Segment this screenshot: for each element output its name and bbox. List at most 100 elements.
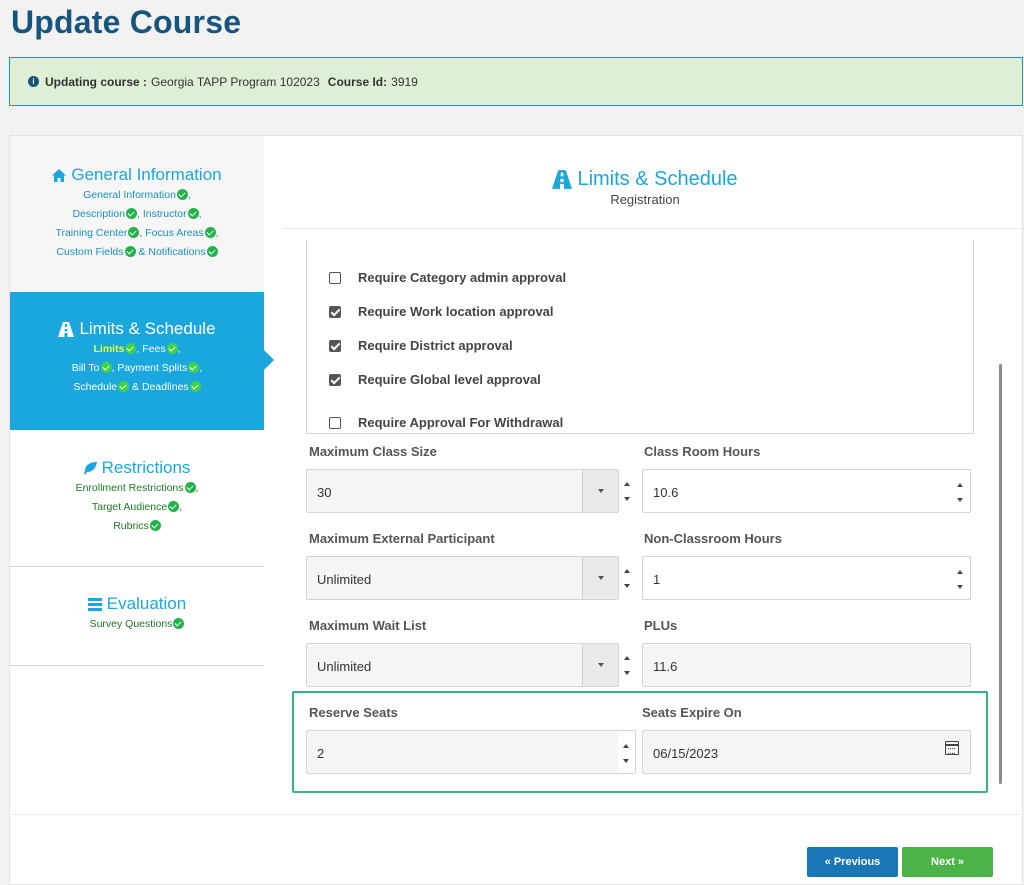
updating-course-label: Updating course :: [45, 74, 148, 89]
max-wait-list-select[interactable]: Unlimited: [306, 643, 619, 687]
panel-header: Limits & Schedule Registration: [285, 168, 1005, 207]
approval-label: Require Global level approval: [358, 372, 541, 387]
sub-description[interactable]: Description: [72, 208, 125, 220]
seats-expire-date-input[interactable]: 06/15/2023: [642, 730, 971, 774]
plus-input[interactable]: 11.6: [642, 643, 971, 687]
step-title-restrictions: Restrictions: [101, 458, 191, 477]
caret-up-icon[interactable]: [957, 483, 963, 487]
sub-deadlines[interactable]: & Deadlines: [132, 381, 189, 393]
calendar-icon[interactable]: [945, 741, 959, 755]
sub-survey-questions[interactable]: Survey Questions: [90, 618, 173, 630]
max-external-select[interactable]: Unlimited: [306, 556, 619, 600]
check-circle-icon: [166, 343, 178, 354]
sub-rubrics[interactable]: Rubrics: [113, 520, 149, 532]
check-circle-icon: [184, 482, 196, 493]
sub-schedule[interactable]: Schedule: [73, 381, 117, 393]
class-room-hours-input[interactable]: 10.6: [642, 469, 971, 513]
caret-down-icon[interactable]: [624, 497, 630, 501]
caret-down-icon[interactable]: [957, 498, 963, 502]
chevron-down-icon[interactable]: [582, 470, 618, 512]
sub-training-center[interactable]: Training Center: [55, 227, 127, 239]
check-circle-icon: [188, 362, 200, 373]
max-wait-list-stepper[interactable]: [619, 643, 635, 687]
reserve-seats-stepper[interactable]: [618, 730, 636, 774]
caret-down-icon[interactable]: [623, 759, 629, 763]
max-class-size-stepper[interactable]: [619, 469, 635, 513]
reserve-seats-value: 2: [317, 746, 325, 761]
approval-label: Require Approval For Withdrawal: [358, 415, 564, 430]
chevron-down-icon[interactable]: [582, 644, 618, 686]
check-circle-icon: [176, 189, 188, 200]
wizard-card: General Information General Information,…: [9, 135, 1024, 885]
plus-label: PLUs: [644, 618, 678, 633]
step-limits-schedule[interactable]: Limits & Schedule Limits, Fees, Bill To,…: [10, 292, 274, 430]
checkbox[interactable]: [329, 271, 341, 284]
chevron-down-icon[interactable]: [582, 557, 618, 599]
info-circle-icon: i: [28, 76, 39, 87]
step-general-information[interactable]: General Information General Information,…: [10, 136, 264, 293]
previous-button[interactable]: « Previous: [807, 847, 898, 877]
caret-up-icon[interactable]: [624, 656, 630, 660]
check-circle-icon: [189, 381, 201, 392]
checkbox[interactable]: [329, 339, 341, 352]
max-class-size-select[interactable]: 30: [306, 469, 619, 513]
approval-category-admin[interactable]: Require Category admin approval: [329, 270, 566, 285]
step-title-general: General Information: [71, 165, 222, 184]
sub-fees[interactable]: Fees: [142, 343, 165, 355]
scrollbar[interactable]: [999, 364, 1002, 784]
double-chevron-right-icon: »: [957, 856, 964, 868]
sub-notifications[interactable]: & Notifications: [138, 246, 205, 258]
caret-down-icon[interactable]: [957, 585, 963, 589]
sub-focus-areas[interactable]: Focus Areas: [145, 227, 203, 239]
caret-down-icon[interactable]: [624, 584, 630, 588]
max-class-size-label: Maximum Class Size: [309, 444, 437, 459]
previous-label: Previous: [833, 856, 881, 868]
next-label: Next: [931, 856, 955, 868]
approval-label: Require Category admin approval: [358, 270, 567, 285]
approvals-list: Require Category admin approval Require …: [306, 240, 974, 434]
next-button[interactable]: Next »: [902, 847, 993, 877]
step-title-limits: Limits & Schedule: [79, 319, 216, 338]
non-classroom-hours-stepper[interactable]: [952, 557, 968, 601]
approval-withdrawal[interactable]: Require Approval For Withdrawal: [329, 415, 563, 430]
class-room-hours-stepper[interactable]: [952, 470, 968, 514]
check-circle-icon: [187, 208, 199, 219]
caret-up-icon[interactable]: [623, 744, 629, 748]
double-chevron-left-icon: «: [824, 856, 831, 868]
caret-up-icon[interactable]: [957, 570, 963, 574]
sub-enrollment-restrictions[interactable]: Enrollment Restrictions: [76, 482, 184, 494]
approval-global-level[interactable]: Require Global level approval: [329, 372, 541, 387]
caret-down-icon[interactable]: [624, 671, 630, 675]
road-icon: [552, 170, 573, 189]
panel-subtitle: Registration: [610, 192, 680, 207]
step-title-evaluation: Evaluation: [106, 594, 187, 613]
reserve-seats-input[interactable]: 2: [306, 730, 619, 774]
sub-bill-to[interactable]: Bill To: [72, 362, 100, 374]
checkbox[interactable]: [329, 373, 341, 386]
page-title: Update Course: [11, 4, 242, 40]
sub-custom-fields[interactable]: Custom Fields: [56, 246, 123, 258]
max-external-stepper[interactable]: [619, 556, 635, 600]
checkbox[interactable]: [329, 305, 341, 318]
step-evaluation[interactable]: Evaluation Survey Questions: [10, 567, 264, 666]
footer-divider: [10, 814, 1022, 815]
sub-general-information[interactable]: General Information: [83, 189, 176, 201]
approval-work-location[interactable]: Require Work location approval: [329, 304, 554, 319]
max-class-size-value: 30: [317, 485, 332, 500]
caret-up-icon[interactable]: [624, 482, 630, 486]
check-circle-icon: [126, 208, 137, 219]
checkbox[interactable]: [329, 416, 341, 429]
sub-limits[interactable]: Limits: [93, 343, 124, 355]
class-room-hours-value: 10.6: [653, 485, 679, 500]
step-restrictions[interactable]: Restrictions Enrollment Restrictions, Ta…: [10, 430, 264, 567]
check-circle-icon: [128, 227, 140, 238]
sub-payment-splits[interactable]: Payment Splits: [117, 362, 187, 374]
caret-up-icon[interactable]: [624, 569, 630, 573]
divider: [284, 228, 1024, 229]
approval-district[interactable]: Require District approval: [329, 338, 513, 353]
sub-instructor[interactable]: Instructor: [143, 208, 187, 220]
non-classroom-hours-input[interactable]: 1: [642, 556, 971, 600]
non-classroom-hours-label: Non-Classroom Hours: [644, 531, 782, 546]
seats-expire-label: Seats Expire On: [642, 705, 742, 720]
sub-target-audience[interactable]: Target Audience: [92, 501, 167, 513]
